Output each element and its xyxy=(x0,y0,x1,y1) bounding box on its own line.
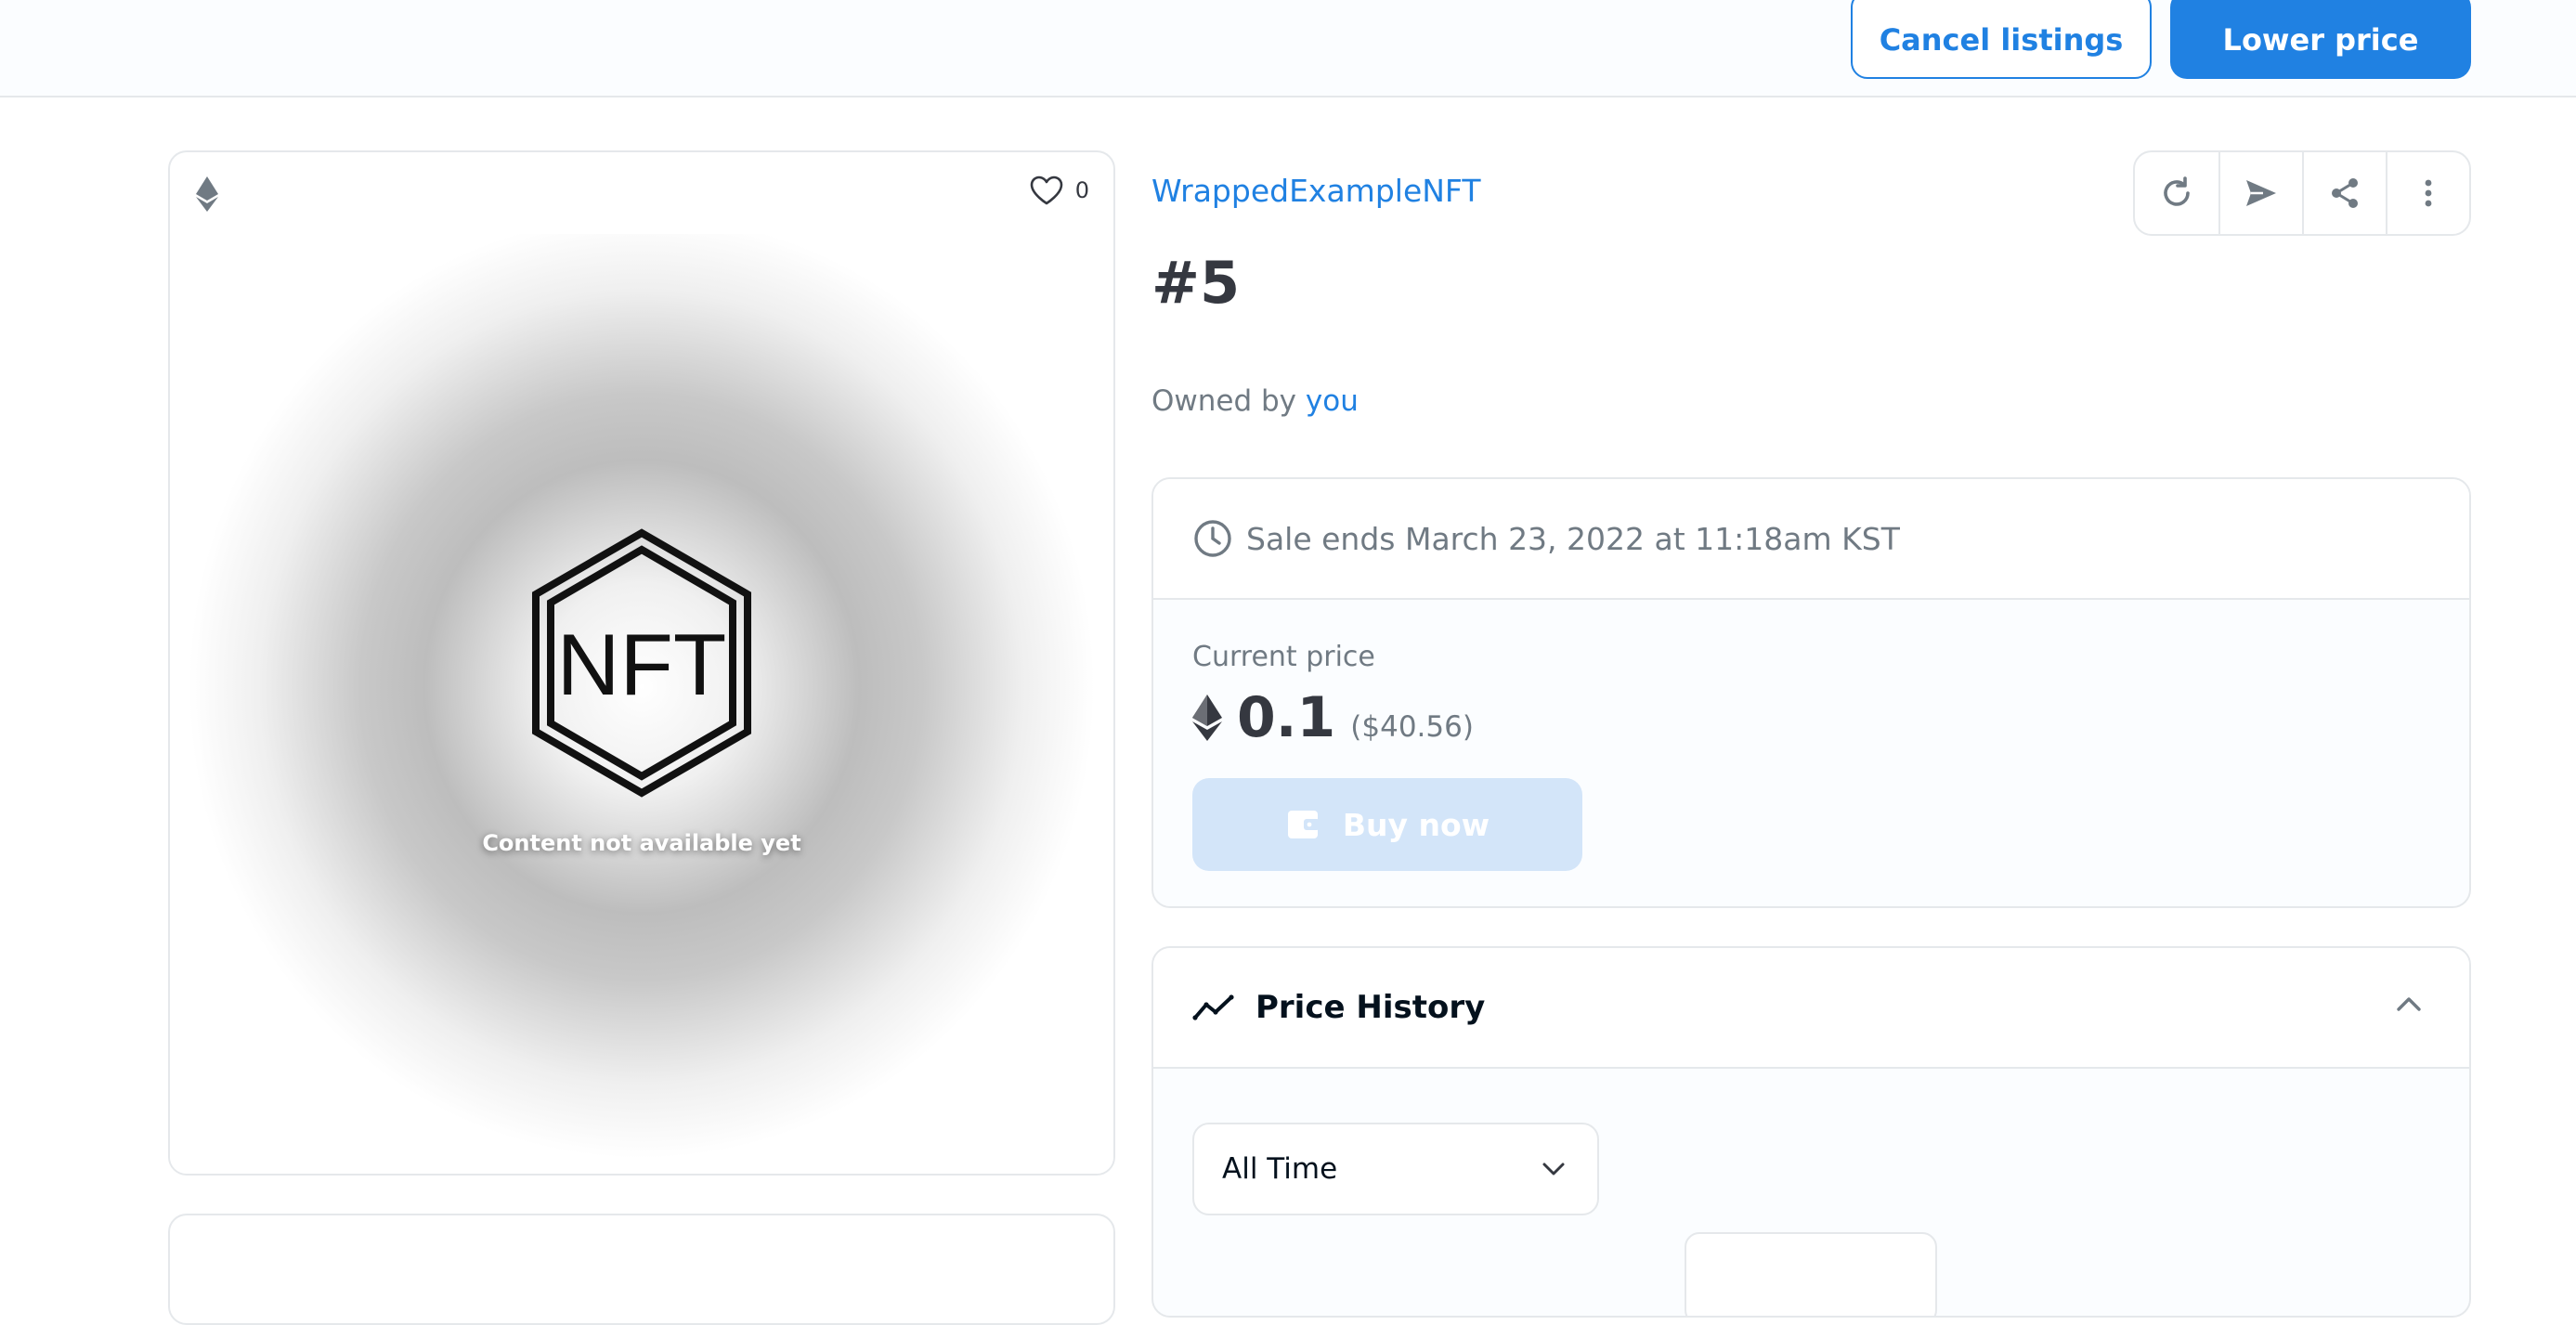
owner-line: Owned by you xyxy=(1151,384,1359,418)
chevron-up-icon[interactable] xyxy=(2395,994,2423,1013)
sale-end-text: Sale ends March 23, 2022 at 11:18am KST xyxy=(1246,520,1900,557)
owner-link[interactable]: you xyxy=(1306,384,1359,418)
share-button[interactable] xyxy=(2301,152,2386,234)
price-usd: ($40.56) xyxy=(1350,710,1474,744)
ethereum-price-icon xyxy=(1192,695,1222,741)
share-icon xyxy=(2331,178,2358,208)
cancel-listings-button[interactable]: Cancel listings xyxy=(1851,0,2152,79)
details-card xyxy=(168,1214,1115,1325)
favorite-button[interactable]: 0 xyxy=(1029,175,1089,206)
current-price-label: Current price xyxy=(1192,641,1375,673)
more-options-button[interactable] xyxy=(2385,152,2469,234)
item-title: #5 xyxy=(1151,249,1241,317)
media-card: 0 NFT Content not available yet xyxy=(168,150,1115,1176)
buy-now-label: Buy now xyxy=(1342,806,1490,843)
wallet-icon xyxy=(1287,811,1320,838)
ethereum-icon xyxy=(196,176,218,212)
transfer-button[interactable] xyxy=(2218,152,2302,234)
time-range-value: All Time xyxy=(1222,1152,1338,1186)
sale-panel: Sale ends March 23, 2022 at 11:18am KST … xyxy=(1151,477,2471,908)
sale-header: Sale ends March 23, 2022 at 11:18am KST xyxy=(1153,479,2469,600)
chevron-down-icon xyxy=(1542,1163,1565,1176)
price-history-panel: Price History All Time xyxy=(1151,946,2471,1318)
refresh-metadata-button[interactable] xyxy=(2135,152,2218,234)
collection-link[interactable]: WrappedExampleNFT xyxy=(1151,173,1481,209)
nft-logo-text: NFT xyxy=(557,616,727,713)
top-action-bar: Cancel listings Lower price xyxy=(0,0,2576,97)
nft-logo-icon: NFT xyxy=(532,528,751,798)
content-unavailable-text: Content not available yet xyxy=(482,830,801,856)
time-range-select[interactable]: All Time xyxy=(1192,1123,1599,1215)
buy-now-button[interactable]: Buy now xyxy=(1192,778,1582,871)
like-count: 0 xyxy=(1074,177,1089,203)
nft-media-placeholder: NFT Content not available yet xyxy=(170,234,1113,1174)
price-row: 0.1 ($40.56) xyxy=(1192,685,1474,750)
more-icon xyxy=(2425,179,2432,207)
trending-icon xyxy=(1192,994,1234,1020)
transfer-icon xyxy=(2245,180,2276,206)
owned-by-label: Owned by xyxy=(1151,384,1297,418)
lower-price-button[interactable]: Lower price xyxy=(2170,0,2471,79)
refresh-icon xyxy=(2164,176,2190,206)
chart-summary-box xyxy=(1685,1232,1937,1316)
clock-icon xyxy=(1194,520,1231,557)
price-value: 0.1 xyxy=(1237,685,1336,750)
price-history-title: Price History xyxy=(1255,989,1486,1026)
heart-icon xyxy=(1030,175,1063,205)
item-action-buttons xyxy=(2133,150,2471,236)
price-history-header[interactable]: Price History xyxy=(1153,948,2469,1069)
